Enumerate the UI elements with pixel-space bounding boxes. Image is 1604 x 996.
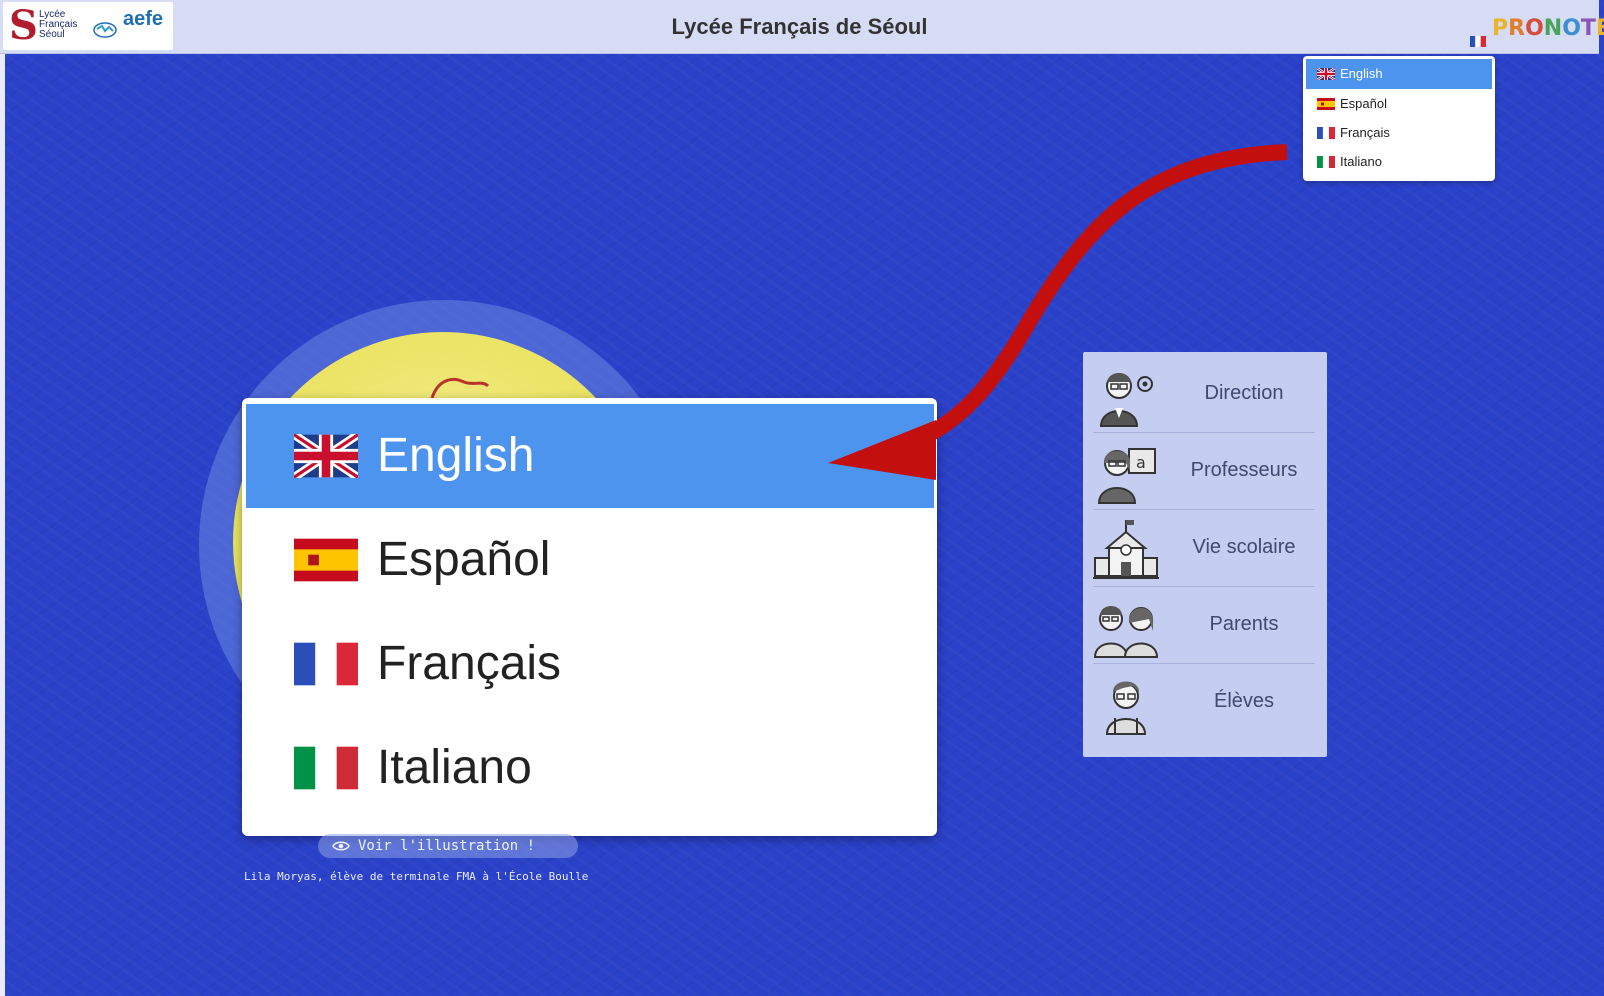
language-option-english[interactable]: English: [1306, 59, 1492, 89]
language-option-english-zoomed[interactable]: English: [246, 404, 934, 508]
language-option-italiano-zoomed[interactable]: Italiano: [246, 716, 934, 820]
student-icon: [1105, 681, 1147, 735]
france-flag-icon: [294, 642, 358, 686]
page-title: Lycée Français de Séoul: [671, 14, 928, 39]
italy-flag-icon: [1317, 156, 1335, 168]
view-illustration-button[interactable]: Voir l'illustration !: [318, 834, 578, 858]
pronote-logo: PRONOTE: [1492, 16, 1604, 41]
pronote-letter: O: [1525, 16, 1544, 41]
role-eleves[interactable]: Élèves: [1093, 664, 1315, 740]
pronote-letter: E: [1595, 16, 1604, 41]
language-option-francais[interactable]: Français: [1306, 118, 1492, 148]
role-vie-scolaire[interactable]: Vie scolaire: [1093, 510, 1315, 587]
language-option-label: Français: [377, 637, 562, 690]
role-label: Élèves: [1213, 690, 1275, 712]
svg-text:a: a: [1136, 453, 1146, 472]
spain-flag-icon: [294, 538, 358, 582]
header-bar: S Lycée Français Séoul aefe Lycée França…: [0, 0, 1604, 54]
role-direction[interactable]: Direction: [1093, 356, 1315, 433]
pronote-letter: P: [1492, 16, 1509, 41]
language-option-label: Français: [1340, 125, 1390, 140]
pronote-letter: N: [1543, 16, 1563, 41]
language-option-espanol[interactable]: Español: [1306, 89, 1492, 119]
pronote-letter: R: [1508, 16, 1526, 41]
uk-flag-icon: [294, 434, 358, 478]
language-option-label: Español: [377, 533, 551, 586]
illustration-credit: Lila Moryas, élève de terminale FMA à l'…: [244, 870, 589, 883]
italy-flag-icon: [294, 746, 358, 790]
language-option-label: English: [377, 429, 535, 482]
role-selection-panel: Direction a Professeurs Vie scolaire Par…: [1083, 352, 1327, 757]
france-flag-icon[interactable]: [1470, 36, 1486, 47]
view-illustration-label: Voir l'illustration !: [358, 838, 536, 854]
pronote-letter: O: [1562, 16, 1581, 41]
pronote-letter: T: [1580, 16, 1596, 41]
role-label: Direction: [1204, 382, 1284, 404]
language-option-label: Italiano: [377, 741, 532, 794]
language-dropdown-zoomed: English Español Français Italiano: [242, 398, 937, 836]
france-flag-icon: [1317, 127, 1335, 139]
uk-flag-icon: [1317, 68, 1335, 80]
role-label: Vie scolaire: [1192, 536, 1296, 558]
language-option-francais-zoomed[interactable]: Français: [246, 612, 934, 716]
language-dropdown[interactable]: English Español Français Italiano: [1303, 56, 1495, 181]
parents-icon: [1093, 606, 1159, 658]
language-option-label: English: [1340, 66, 1383, 81]
language-option-label: Italiano: [1340, 154, 1382, 169]
teacher-icon: a: [1097, 448, 1156, 504]
role-label: Professeurs: [1190, 459, 1298, 481]
language-option-espanol-zoomed[interactable]: Español: [246, 508, 934, 612]
eye-icon: [332, 841, 350, 851]
role-label: Parents: [1209, 613, 1279, 635]
spain-flag-icon: [1317, 98, 1335, 110]
language-option-label: Español: [1340, 96, 1387, 111]
school-building-icon: [1093, 520, 1159, 579]
director-icon: [1099, 373, 1153, 427]
language-option-italiano[interactable]: Italiano: [1306, 147, 1492, 177]
role-professeurs[interactable]: a Professeurs: [1093, 433, 1315, 510]
role-parents[interactable]: Parents: [1093, 587, 1315, 664]
